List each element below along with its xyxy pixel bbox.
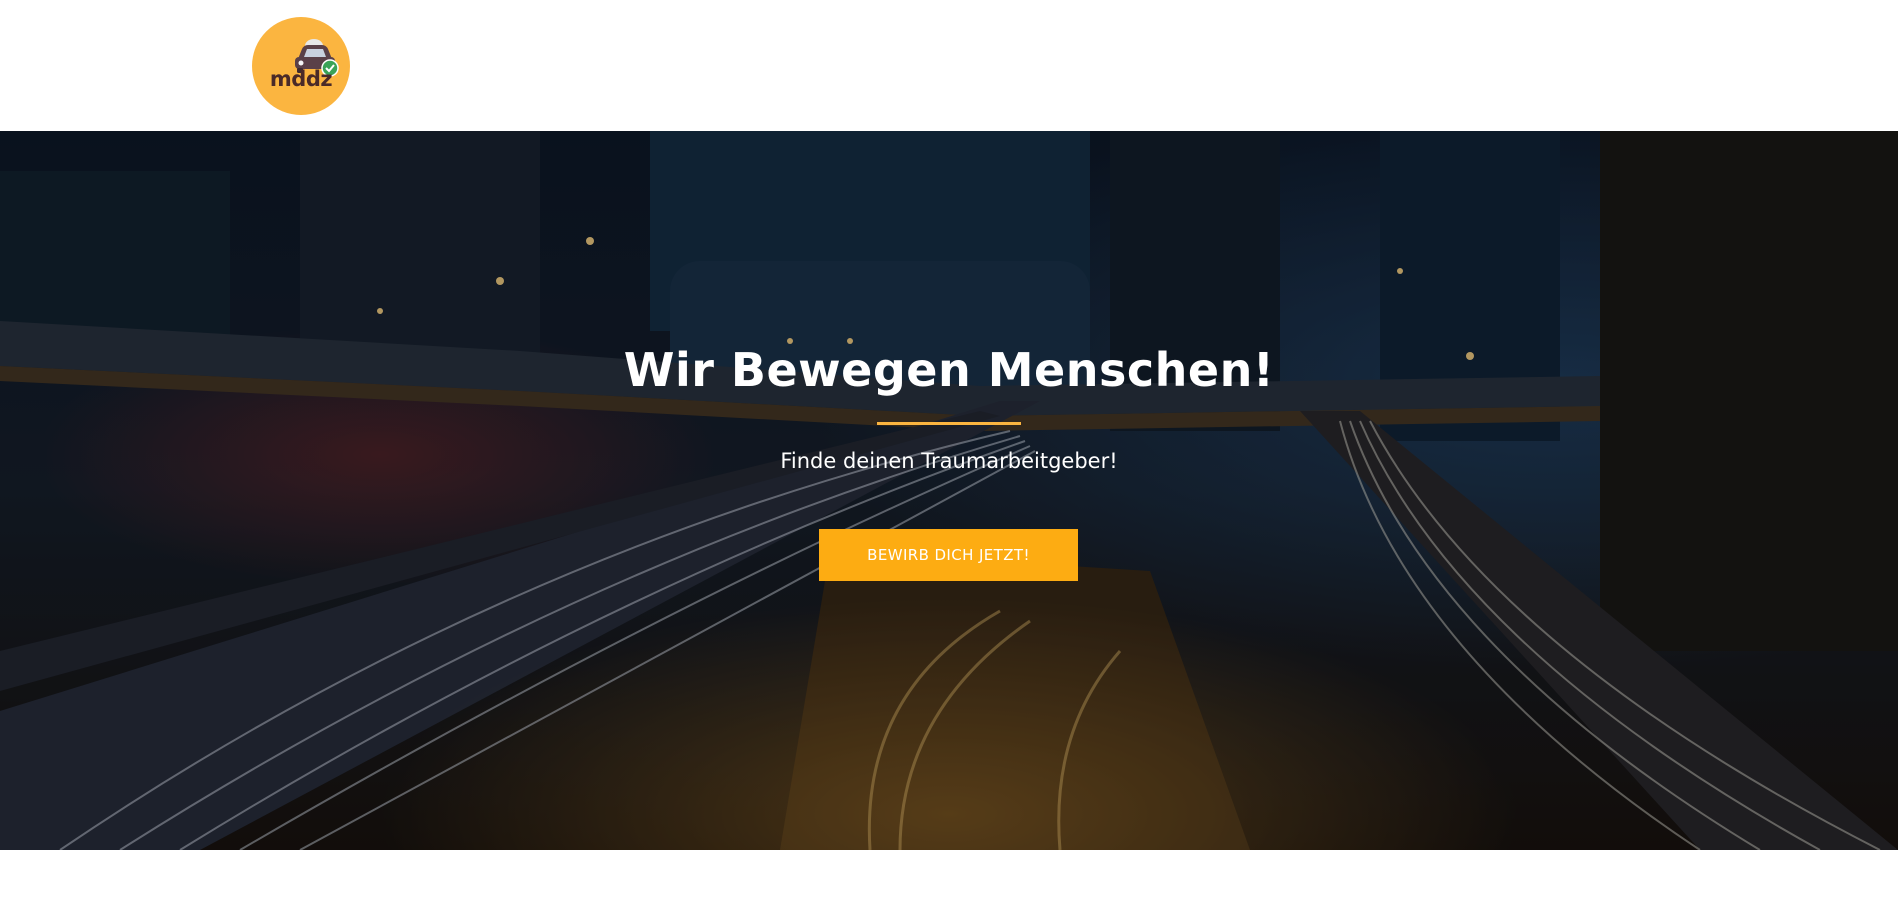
hero-divider: [877, 422, 1021, 425]
site-header: mddz: [0, 0, 1898, 131]
brand-logo-text: mddz: [269, 67, 333, 91]
hero-overlay: Wir Bewegen Menschen! Finde deinen Traum…: [0, 131, 1898, 850]
hero-subtitle: Finde deinen Traumarbeitgeber!: [780, 449, 1118, 473]
hero-title: Wir Bewegen Menschen!: [623, 343, 1275, 397]
apply-now-button[interactable]: Bewirb dich jetzt!: [819, 529, 1078, 581]
brand-logo[interactable]: mddz: [252, 17, 350, 115]
hero-section: Wir Bewegen Menschen! Finde deinen Traum…: [0, 131, 1898, 850]
